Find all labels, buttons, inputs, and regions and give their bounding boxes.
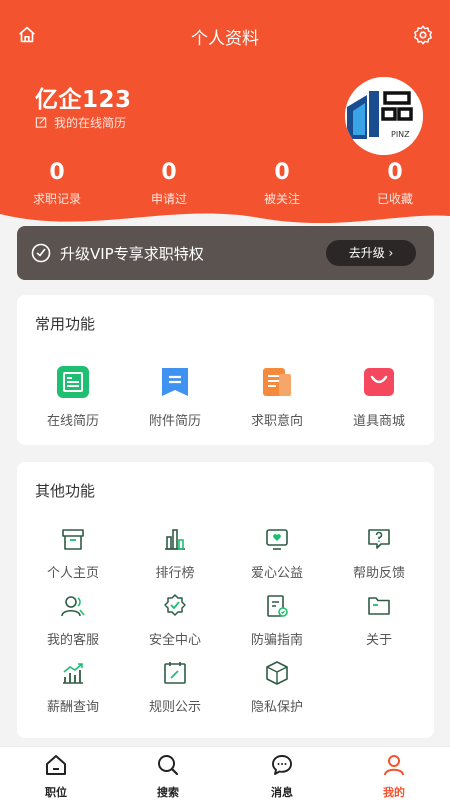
item-label: 个人主页 [46, 566, 99, 581]
item-anti-fraud[interactable]: 防骗指南 [225, 593, 329, 648]
item-about[interactable]: 关于 [327, 593, 431, 648]
item-label: 帮助反馈 [352, 566, 405, 581]
item-label: 安全中心 [148, 633, 201, 648]
user-name: 亿企123 [35, 87, 132, 113]
item-label: 规则公示 [148, 700, 201, 715]
bottom-tab-bar: 职位 搜索 消息 我的 [0, 746, 450, 800]
other-functions-title: 其他功能 [35, 482, 96, 500]
tab-label: 搜索 [157, 786, 179, 799]
func-label: 附件简历 [148, 414, 201, 429]
user-icon [384, 755, 404, 776]
stat-label: 被关注 [263, 192, 300, 206]
online-resume-icon [57, 366, 89, 398]
security-icon [164, 594, 186, 616]
shop-bag-icon [364, 368, 394, 396]
item-label: 关于 [365, 633, 392, 648]
edit-icon [35, 117, 47, 128]
stat-followed[interactable]: 0 被关注 [242, 158, 322, 207]
item-label: 我的客服 [46, 633, 99, 648]
common-functions-card: 常用功能 在线简历 附件简历 求职意向 道具商城 [17, 295, 434, 445]
home-icon [46, 755, 66, 775]
func-online-resume[interactable]: 在线简历 [21, 365, 125, 429]
tab-label: 我的 [383, 786, 405, 799]
func-shop[interactable]: 道具商城 [327, 365, 431, 429]
stat-value: 0 [161, 160, 177, 185]
item-label: 爱心公益 [250, 566, 303, 581]
rules-icon [164, 662, 186, 684]
stat-label: 申请过 [150, 192, 187, 206]
item-salary[interactable]: 薪酬查询 [21, 660, 125, 715]
stat-label: 求职记录 [32, 192, 81, 206]
stat-value: 0 [49, 160, 65, 185]
item-charity[interactable]: 爱心公益 [225, 526, 329, 581]
stat-applied[interactable]: 0 申请过 [129, 158, 209, 207]
stat-favorited[interactable]: 0 已收藏 [355, 158, 435, 207]
item-label: 排行榜 [155, 566, 195, 581]
salary-icon [63, 663, 83, 684]
upgrade-button[interactable]: 去升级 › [326, 240, 416, 266]
help-icon [368, 529, 390, 549]
item-label: 防骗指南 [250, 633, 303, 648]
stat-value: 0 [274, 160, 290, 185]
message-icon [272, 755, 292, 775]
other-functions-card: 其他功能 个人主页 排行榜 爱心公益 帮助反馈 我的客服 安全中心 防骗指南 关… [17, 462, 434, 738]
logo-text: PINZ [391, 130, 410, 139]
homepage-icon [62, 529, 84, 550]
stats-row: 0 求职记录 0 申请过 0 被关注 0 已收藏 [0, 158, 450, 214]
item-label: 隐私保护 [250, 700, 303, 715]
vip-clock-icon [31, 243, 51, 263]
tab-label: 职位 [45, 786, 67, 799]
company-logo: PINZ [345, 77, 423, 155]
func-label: 求职意向 [250, 414, 303, 429]
func-job-intention[interactable]: 求职意向 [225, 365, 329, 429]
page-title: 个人资料 [191, 29, 259, 49]
item-privacy[interactable]: 隐私保护 [225, 660, 329, 715]
func-attachment-resume[interactable]: 附件简历 [123, 365, 227, 429]
item-label: 薪酬查询 [46, 700, 99, 715]
about-icon [368, 597, 390, 615]
tab-label: 消息 [271, 786, 293, 799]
stat-value: 0 [387, 160, 403, 185]
func-label: 道具商城 [352, 414, 405, 429]
top-bar: 个人资料 [0, 20, 450, 50]
charity-icon [266, 529, 288, 550]
stat-label: 已收藏 [376, 192, 413, 206]
stat-job-records[interactable]: 0 求职记录 [17, 158, 97, 207]
vip-banner[interactable]: 升级VIP专享求职特权 去升级 › [17, 226, 434, 280]
avatar[interactable]: PINZ [345, 77, 423, 155]
anti-fraud-icon [267, 595, 288, 617]
item-homepage[interactable]: 个人主页 [21, 526, 125, 581]
item-security[interactable]: 安全中心 [123, 593, 227, 648]
gear-icon[interactable] [412, 24, 434, 46]
common-functions-title: 常用功能 [35, 315, 96, 333]
vip-text: 升级VIP专享求职特权 [60, 245, 204, 263]
ranking-icon [165, 529, 185, 550]
item-customer-service[interactable]: 我的客服 [21, 593, 125, 648]
profile-header: 个人资料 亿企123 我的在线简历 PINZ 0 求职记录 0 申请过 0 被关… [0, 0, 450, 240]
job-intention-icon [263, 368, 291, 396]
attachment-resume-icon [162, 368, 188, 396]
online-resume-link[interactable]: 我的在线简历 [35, 114, 126, 131]
item-help[interactable]: 帮助反馈 [327, 526, 431, 581]
item-ranking[interactable]: 排行榜 [123, 526, 227, 581]
tab-messages[interactable]: 消息 [226, 753, 338, 800]
tab-search[interactable]: 搜索 [112, 753, 224, 800]
online-resume-label: 我的在线简历 [54, 116, 127, 130]
tab-jobs[interactable]: 职位 [0, 753, 112, 800]
item-rules[interactable]: 规则公示 [123, 660, 227, 715]
search-icon [158, 755, 179, 776]
customer-service-icon [61, 596, 85, 617]
privacy-icon [266, 661, 288, 685]
tab-mine[interactable]: 我的 [338, 753, 450, 800]
func-label: 在线简历 [46, 414, 99, 429]
